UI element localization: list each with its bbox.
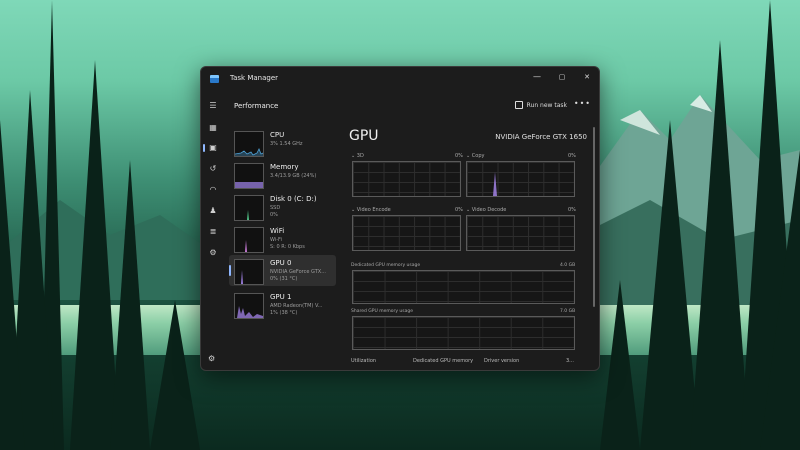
gpu1-thumbnail-graph [234, 293, 264, 319]
page-title: Performance [234, 102, 279, 110]
dedicated-gpu-memory-label: Dedicated GPU memory [413, 358, 474, 364]
device-name: CPU [270, 131, 285, 139]
device-detail: NVIDIA GeForce GTX... [270, 269, 326, 275]
engine-dropdown-video-encode[interactable]: ⌄ Video Encode [351, 207, 391, 213]
details-icon[interactable]: ≣ [208, 227, 218, 237]
device-item-memory[interactable]: Memory 3.4/13.9 GB (24%) [229, 159, 336, 190]
close-button[interactable]: ✕ [576, 70, 598, 84]
maximize-button[interactable]: ▢ [551, 70, 573, 84]
device-detail-2: 0% (31 °C) [270, 276, 298, 282]
engine-dropdown-video-decode[interactable]: ⌄ Video Decode [466, 207, 506, 213]
device-detail: 3.4/13.9 GB (24%) [270, 173, 317, 179]
dedicated-memory-label: Dedicated GPU memory usage [351, 263, 421, 268]
device-detail: 3% 1.54 GHz [270, 141, 303, 147]
run-new-task-button[interactable]: Run new task [514, 101, 567, 109]
performance-icon[interactable]: ▣ [203, 143, 218, 153]
device-detail: Wi-Fi [270, 237, 282, 243]
wifi-thumbnail-graph [234, 227, 264, 253]
graph-copy [466, 161, 575, 197]
performance-header: Performance Run new task ••• [225, 93, 599, 119]
engine-dropdown-copy[interactable]: ⌄ Copy [466, 153, 484, 159]
graph-shared-memory [352, 316, 575, 350]
device-item-wifi[interactable]: WiFi Wi-Fi S: 0 R: 0 Kbps [229, 223, 336, 254]
device-item-disk[interactable]: Disk 0 (C: D:) SSD 0% [229, 191, 336, 222]
device-item-gpu1[interactable]: GPU 1 AMD Radeon(TM) V... 1% (38 °C) [229, 289, 336, 320]
app-history-icon[interactable]: ↺ [208, 164, 218, 174]
device-detail-2: S: 0 R: 0 Kbps [270, 244, 305, 250]
graph-video-encode [352, 215, 461, 251]
task-manager-window: Task Manager — ▢ ✕ ☰ ▦ ▣ ↺ ◠ ♟ ≣ ⚙ ⚙ Per… [200, 66, 600, 371]
engine-pct-3d: 0% [455, 153, 463, 159]
memory-thumbnail-graph [234, 163, 264, 189]
device-item-gpu0[interactable]: GPU 0 NVIDIA GeForce GTX... 0% (31 °C) [229, 255, 336, 286]
graph-dedicated-memory [352, 270, 575, 304]
users-icon[interactable]: ♟ [208, 206, 218, 216]
disk-thumbnail-graph [234, 195, 264, 221]
more-options-button[interactable]: ••• [574, 99, 591, 108]
title-bar[interactable]: Task Manager — ▢ ✕ [201, 67, 599, 93]
device-detail: SSD [270, 205, 281, 211]
task-manager-app-icon [210, 75, 219, 83]
navigation-rail: ☰ ▦ ▣ ↺ ◠ ♟ ≣ ⚙ ⚙ [201, 93, 225, 370]
device-detail-2: 1% (38 °C) [270, 310, 298, 316]
cpu-thumbnail-graph [234, 131, 264, 157]
panel-title: GPU [349, 128, 379, 144]
minimize-button[interactable]: — [526, 70, 548, 84]
gpu-model-name: NVIDIA GeForce GTX 1650 [495, 133, 587, 141]
gpu-details-panel: GPU NVIDIA GeForce GTX 1650 ⌄ 3D 0% ⌄ Co… [346, 123, 595, 370]
gpu0-thumbnail-graph [234, 259, 264, 285]
services-icon[interactable]: ⚙ [208, 248, 218, 258]
device-item-cpu[interactable]: CPU 3% 1.54 GHz [229, 127, 336, 158]
startup-icon[interactable]: ◠ [208, 185, 218, 195]
graph-video-decode [466, 215, 575, 251]
shared-memory-label: Shared GPU memory usage [351, 309, 414, 314]
shared-memory-max: 7.0 GB [560, 309, 576, 314]
utilization-label: Utilization [351, 358, 377, 364]
driver-version-label: Driver version [484, 358, 520, 364]
device-detail-2: 0% [270, 212, 278, 218]
engine-pct-copy: 0% [568, 153, 576, 159]
graph-3d [352, 161, 461, 197]
driver-version-value: 3... [566, 358, 574, 364]
device-list: CPU 3% 1.54 GHz Memory 3.4/13.9 GB (24%)… [225, 123, 337, 370]
window-title: Task Manager [230, 74, 279, 82]
menu-icon[interactable]: ☰ [208, 101, 218, 111]
engine-pct-video-encode: 0% [455, 207, 463, 213]
run-new-task-label: Run new task [526, 101, 567, 109]
panel-scrollbar[interactable] [593, 127, 595, 307]
engine-pct-video-decode: 0% [568, 207, 576, 213]
device-name: Memory [270, 163, 299, 171]
dedicated-memory-max: 4.0 GB [560, 263, 576, 268]
device-detail: AMD Radeon(TM) V... [270, 303, 323, 309]
settings-icon[interactable]: ⚙ [208, 354, 215, 363]
device-name: GPU 1 [270, 293, 292, 301]
run-task-icon [514, 101, 523, 109]
processes-icon[interactable]: ▦ [208, 123, 218, 133]
device-name: WiFi [270, 227, 285, 235]
device-name: GPU 0 [270, 259, 292, 267]
engine-dropdown-3d[interactable]: ⌄ 3D [351, 153, 364, 159]
device-name: Disk 0 (C: D:) [270, 195, 317, 203]
